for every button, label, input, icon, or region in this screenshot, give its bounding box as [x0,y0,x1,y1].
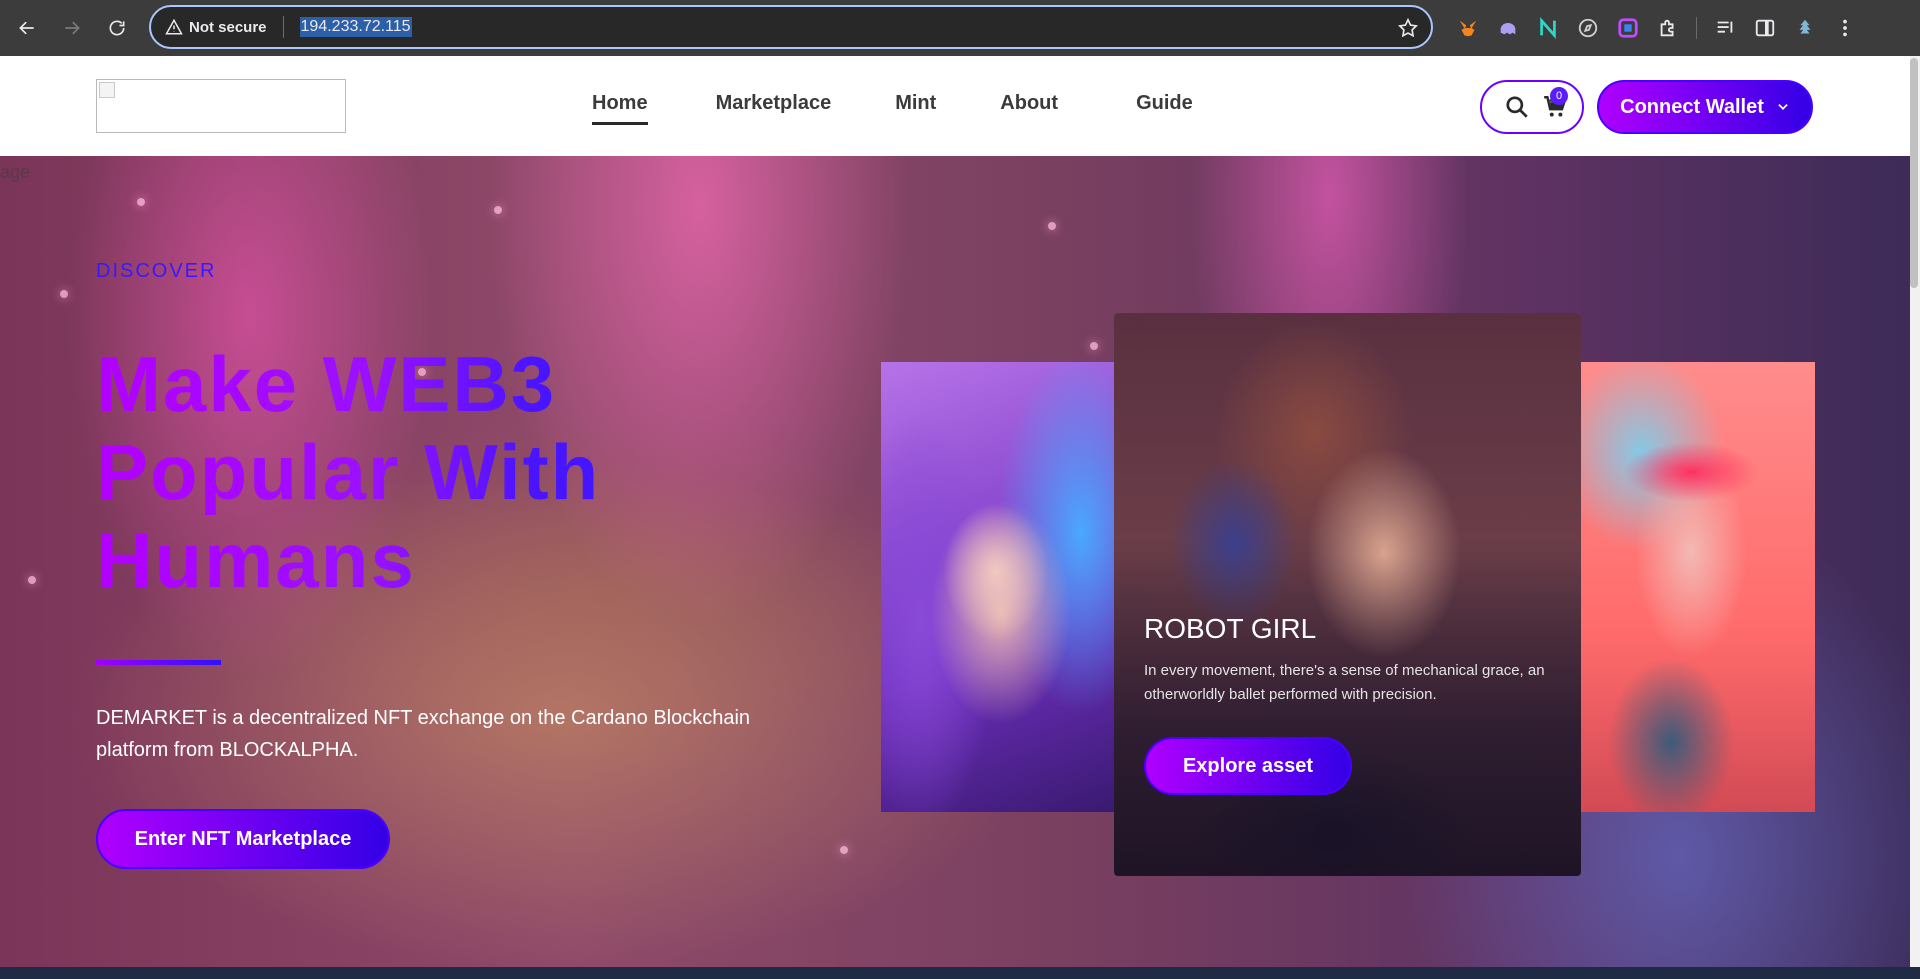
hero-headline: Make WEB3 Popular With Humans [96,340,716,604]
card-title: ROBOT GIRL [1144,613,1317,644]
enter-marketplace-button[interactable]: Enter NFT Marketplace [96,809,390,869]
hero-section: age DISCOVER Make WEB3 Popular With Huma… [0,156,1910,967]
extension-ghost[interactable] [1490,10,1526,46]
nav-home[interactable]: Home [592,92,648,125]
reading-list-button[interactable] [1707,10,1743,46]
site-logo[interactable] [96,79,346,133]
card-caption: ROBOT GIRL In every movement, there's a … [1144,613,1564,707]
compass-icon [1578,18,1598,38]
arrow-left-icon [19,21,34,35]
back-button[interactable] [9,10,45,46]
hero-eyebrow: DISCOVER [96,260,217,282]
security-label: Not secure [189,18,267,36]
hero-description: DEMARKET is a decentralized NFT exchange… [96,707,751,761]
sparkle [1048,222,1056,230]
extension-metamask[interactable] [1450,10,1486,46]
side-panel-button[interactable] [1747,10,1783,46]
security-indicator[interactable]: Not secure [165,18,267,36]
carousel-card-next[interactable] [1581,362,1815,812]
nav-mint[interactable]: Mint [895,92,936,115]
carousel-card-active[interactable]: ROBOT GIRL In every movement, there's a … [1114,313,1581,876]
tree-icon [1799,19,1811,34]
explore-asset-button[interactable]: Explore asset [1144,737,1352,795]
fox-icon [1459,20,1477,37]
omnibox-divider [282,16,284,38]
hero-image-alt-text: age [0,162,31,182]
scrollbar-thumb[interactable] [1910,58,1918,288]
main-nav: Home Marketplace Mint About Guide [592,92,1193,125]
connect-wallet-button[interactable]: Connect Wallet [1597,80,1813,134]
nav-marketplace[interactable]: Marketplace [716,92,832,115]
nav-guide[interactable]: Guide [1136,92,1193,115]
reading-list-icon [1717,21,1733,33]
arrow-right-icon [65,21,80,35]
sparkle [137,198,145,206]
carousel-card-previous[interactable] [881,362,1115,812]
sparkle [840,846,848,854]
site-header: Home Marketplace Mint About Guide 0 Conn… [0,56,1910,156]
sparkle [28,576,36,584]
reload-button[interactable] [99,10,135,46]
browser-toolbar: Not secure 194.233.72.115 [0,0,1920,56]
extension-n[interactable] [1530,10,1566,46]
puzzle-icon [1660,19,1674,37]
search-cart-group: 0 [1480,80,1584,134]
address-bar[interactable]: Not secure 194.233.72.115 [149,5,1433,49]
card-description: In every movement, there's a sense of me… [1144,662,1545,703]
url-text[interactable]: 194.233.72.115 [299,17,412,37]
extensions-row [1450,10,1863,46]
browser-menu-button[interactable] [1827,10,1863,46]
connect-wallet-label: Connect Wallet [1620,95,1764,118]
forward-button[interactable] [54,10,90,46]
square-logo-icon [1618,18,1638,38]
warning-icon [165,18,183,35]
toolbar-divider [1696,17,1697,39]
reload-icon [109,20,125,36]
sparkle [60,290,68,298]
page-scrollbar[interactable] [1910,56,1920,967]
extension-colorful[interactable] [1610,10,1646,46]
accent-divider [96,660,221,665]
extensions-menu-button[interactable] [1650,10,1686,46]
ghost-icon [1500,22,1516,35]
extension-compass[interactable] [1570,10,1606,46]
extension-tree[interactable] [1787,10,1823,46]
os-taskbar-edge [0,967,1920,979]
web-page: Home Marketplace Mint About Guide 0 Conn… [0,56,1920,967]
nav-about[interactable]: About [1000,92,1058,115]
kebab-menu-icon [1843,19,1847,37]
bookmark-star-icon[interactable] [1397,17,1419,39]
chevron-down-icon [1778,104,1788,110]
sparkle [1090,342,1098,350]
cart-count-badge: 0 [1550,87,1568,105]
side-panel-icon [1755,19,1775,37]
n-logo-icon [1540,17,1556,39]
sparkle [494,206,502,214]
search-icon[interactable] [1504,94,1530,120]
